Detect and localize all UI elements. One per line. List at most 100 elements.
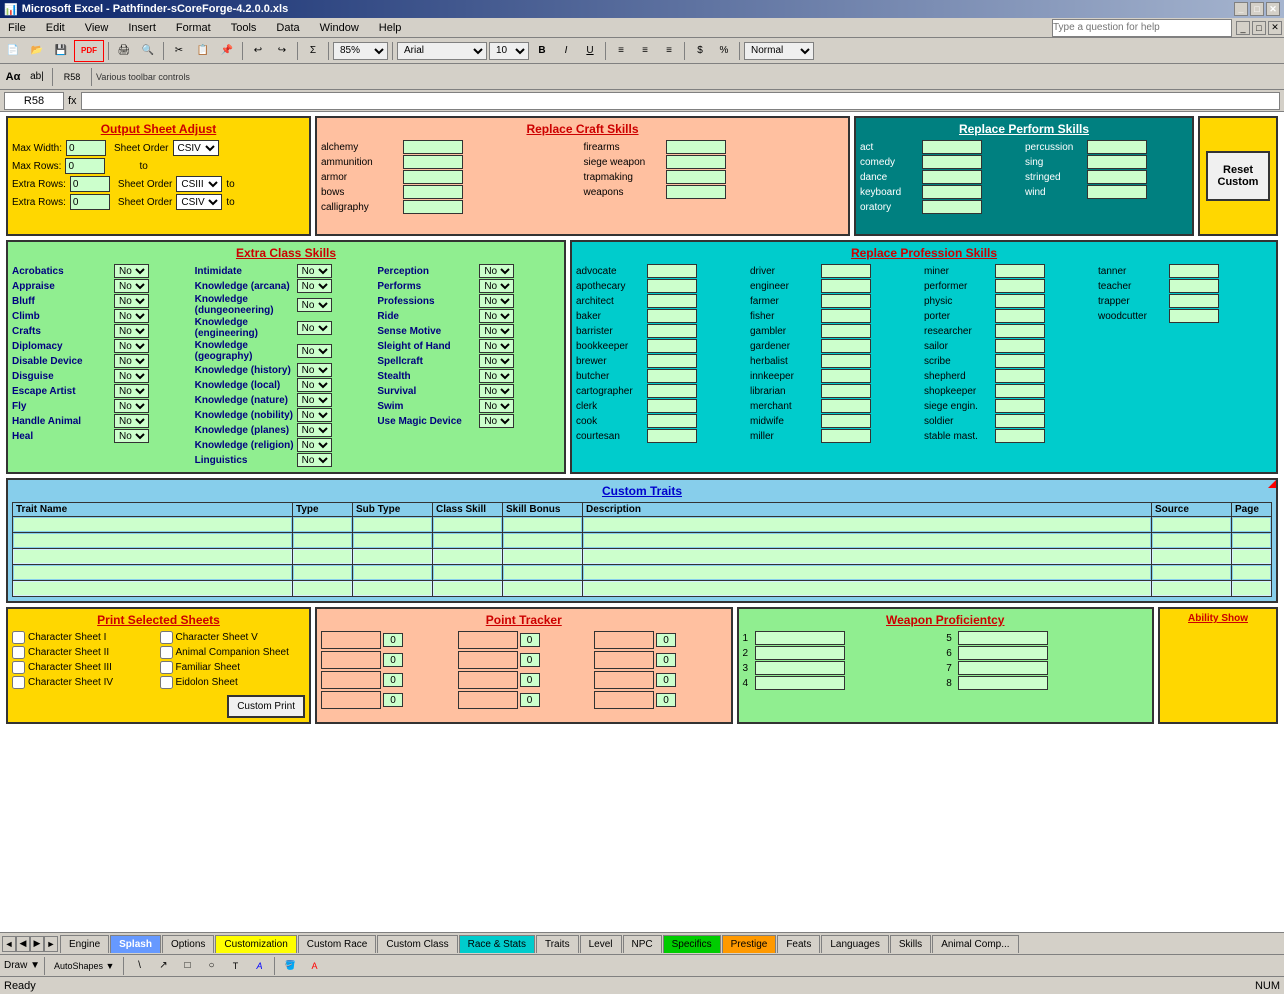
aa-btn[interactable]: Aα bbox=[2, 66, 24, 88]
pdf-btn[interactable]: PDF bbox=[74, 40, 104, 62]
perf-comedy-input[interactable] bbox=[922, 155, 982, 169]
performs-select[interactable]: NoYes bbox=[479, 279, 514, 293]
app-controls[interactable]: _ □ ✕ bbox=[1236, 21, 1282, 35]
trait5-bonus[interactable] bbox=[504, 582, 581, 595]
craft-trapmaking-input[interactable] bbox=[666, 170, 726, 184]
trait3-desc[interactable] bbox=[584, 550, 1150, 563]
tab-languages[interactable]: Languages bbox=[821, 935, 889, 953]
redo-btn[interactable]: ↪ bbox=[271, 40, 293, 62]
linguistics-select[interactable]: NoYes bbox=[297, 453, 332, 467]
trait4-page[interactable] bbox=[1233, 566, 1270, 579]
app-min-btn[interactable]: _ bbox=[1236, 21, 1250, 35]
trait1-classskill[interactable] bbox=[434, 518, 501, 531]
pt6-large[interactable] bbox=[458, 651, 518, 669]
pt6-small[interactable] bbox=[520, 653, 540, 667]
pt2-large[interactable] bbox=[321, 651, 381, 669]
prof-herbalist-input[interactable] bbox=[821, 354, 871, 368]
trait1-page[interactable] bbox=[1233, 518, 1270, 531]
percent-btn[interactable]: % bbox=[713, 40, 735, 62]
know-dung-select[interactable]: NoYes bbox=[297, 298, 332, 312]
know-relig-select[interactable]: NoYes bbox=[297, 438, 332, 452]
arrow-btn[interactable]: ↗ bbox=[152, 955, 174, 977]
tab-animal-comp[interactable]: Animal Comp... bbox=[932, 935, 1018, 953]
maxwidth-input[interactable] bbox=[66, 140, 106, 156]
escape-select[interactable]: NoYes bbox=[114, 384, 149, 398]
pt12-small[interactable] bbox=[656, 693, 676, 707]
diplomacy-select[interactable]: NoYes bbox=[114, 339, 149, 353]
perception-select[interactable]: NoYes bbox=[479, 264, 514, 278]
ab-btn[interactable]: ab| bbox=[26, 66, 48, 88]
italic-btn[interactable]: I bbox=[555, 40, 577, 62]
fly-select[interactable]: NoYes bbox=[114, 399, 149, 413]
tab-nav-prev[interactable]: ◀ bbox=[16, 936, 30, 952]
prof-apothecary-input[interactable] bbox=[647, 279, 697, 293]
prof-merchant-input[interactable] bbox=[821, 399, 871, 413]
fillcolor-btn[interactable]: 🪣 bbox=[279, 955, 301, 977]
intimidate-select[interactable]: NoYes bbox=[297, 264, 332, 278]
wp4-input[interactable] bbox=[755, 676, 845, 690]
trait2-classskill[interactable] bbox=[434, 534, 501, 547]
copy-btn[interactable]: 📋 bbox=[192, 40, 214, 62]
perf-stringed-input[interactable] bbox=[1087, 170, 1147, 184]
survival-select[interactable]: NoYes bbox=[479, 384, 514, 398]
trait5-desc[interactable] bbox=[584, 582, 1150, 595]
wp5-input[interactable] bbox=[958, 631, 1048, 645]
pt8-large[interactable] bbox=[458, 691, 518, 709]
app-max-btn[interactable]: □ bbox=[1252, 21, 1266, 35]
prof-gambler-input[interactable] bbox=[821, 324, 871, 338]
check-animal-cb[interactable] bbox=[160, 646, 173, 659]
prof-architect-input[interactable] bbox=[647, 294, 697, 308]
trait2-source[interactable] bbox=[1153, 534, 1230, 547]
bluff-select[interactable]: NoYes bbox=[114, 294, 149, 308]
stealth-select[interactable]: NoYes bbox=[479, 369, 514, 383]
trait5-classskill[interactable] bbox=[434, 582, 501, 595]
save-btn[interactable]: 💾 bbox=[50, 40, 72, 62]
tab-nav-next[interactable]: ▶ bbox=[30, 936, 44, 952]
oval-btn[interactable]: ○ bbox=[200, 955, 222, 977]
trait2-bonus[interactable] bbox=[504, 534, 581, 547]
pt5-small[interactable] bbox=[520, 633, 540, 647]
trait1-name[interactable] bbox=[14, 518, 291, 531]
pt4-small[interactable] bbox=[383, 693, 403, 707]
climb-select[interactable]: NoYes bbox=[114, 309, 149, 323]
tab-custom-race[interactable]: Custom Race bbox=[298, 935, 377, 953]
trait2-subtype[interactable] bbox=[354, 534, 431, 547]
tab-custom-class[interactable]: Custom Class bbox=[377, 935, 457, 953]
craft-weapons-input[interactable] bbox=[666, 185, 726, 199]
tab-level[interactable]: Level bbox=[580, 935, 622, 953]
check-familiar-cb[interactable] bbox=[160, 661, 173, 674]
fontcolor-btn[interactable]: A bbox=[303, 955, 325, 977]
line-btn[interactable]: \ bbox=[128, 955, 150, 977]
menu-window[interactable]: Window bbox=[314, 20, 365, 36]
tab-skills[interactable]: Skills bbox=[890, 935, 931, 953]
currency-btn[interactable]: $ bbox=[689, 40, 711, 62]
prof-bookkeeper-input[interactable] bbox=[647, 339, 697, 353]
print-btn[interactable]: 🖨 bbox=[113, 40, 135, 62]
pt3-small[interactable] bbox=[383, 673, 403, 687]
wp7-input[interactable] bbox=[958, 661, 1048, 675]
prof-clerk-input[interactable] bbox=[647, 399, 697, 413]
tab-splash[interactable]: Splash bbox=[110, 935, 161, 953]
pt4-large[interactable] bbox=[321, 691, 381, 709]
prof-courtesan-input[interactable] bbox=[647, 429, 697, 443]
appraise-select[interactable]: NoYes bbox=[114, 279, 149, 293]
trait3-name[interactable] bbox=[14, 550, 291, 563]
pt12-large[interactable] bbox=[594, 691, 654, 709]
menu-insert[interactable]: Insert bbox=[122, 20, 162, 36]
perf-keyboard-input[interactable] bbox=[922, 185, 982, 199]
prof-tanner-input[interactable] bbox=[1169, 264, 1219, 278]
undo-btn[interactable]: ↩ bbox=[247, 40, 269, 62]
textbox-btn[interactable]: T bbox=[224, 955, 246, 977]
formula-input[interactable] bbox=[81, 92, 1280, 110]
align-right-btn[interactable]: ≡ bbox=[658, 40, 680, 62]
extrarows1-input[interactable] bbox=[70, 176, 110, 192]
title-bar-controls[interactable]: _ □ ✕ bbox=[1234, 2, 1280, 16]
trait2-desc[interactable] bbox=[584, 534, 1150, 547]
zoom-select[interactable]: 85% 100% bbox=[333, 42, 388, 60]
know-geo-select[interactable]: NoYes bbox=[297, 344, 332, 358]
prof-researcher-input[interactable] bbox=[995, 324, 1045, 338]
pt3-large[interactable] bbox=[321, 671, 381, 689]
menu-file[interactable]: File bbox=[2, 20, 32, 36]
trait1-desc[interactable] bbox=[584, 518, 1150, 531]
tab-prestige[interactable]: Prestige bbox=[722, 935, 777, 953]
